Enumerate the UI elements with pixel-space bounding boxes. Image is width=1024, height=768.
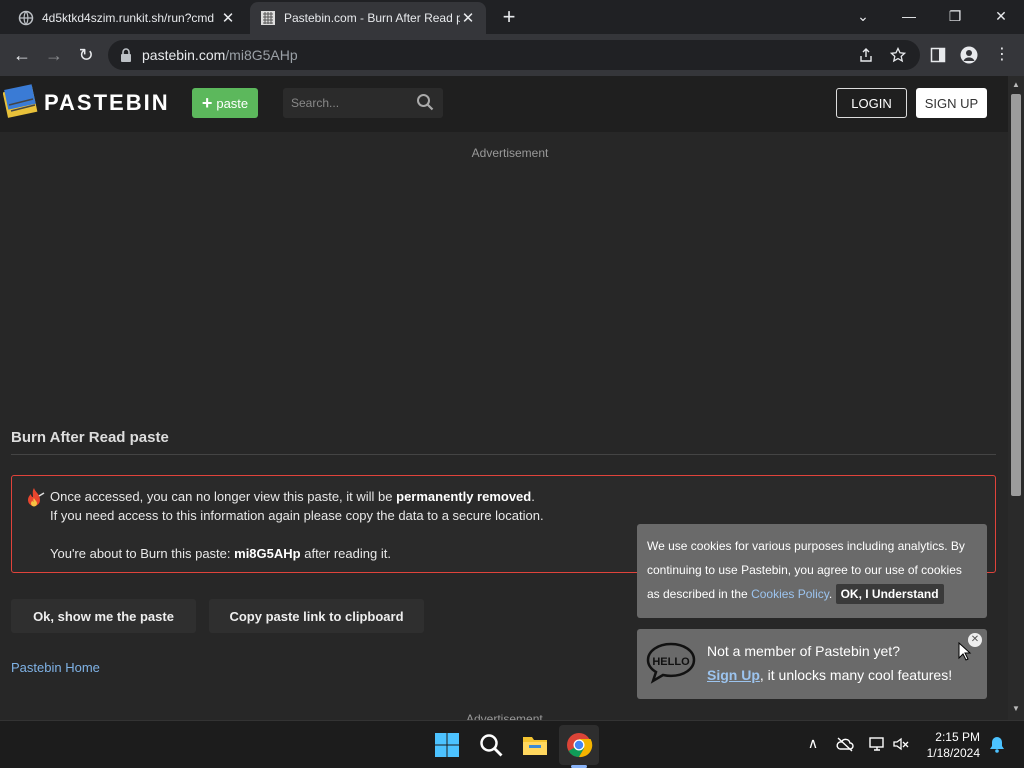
forward-icon[interactable]: → [42, 43, 66, 67]
burn-text: . [531, 489, 535, 504]
browser-toolbar: ← → ↻ pastebin.com/mi8G5AHp ⋮ [0, 34, 1024, 76]
scrollbar-thumb[interactable] [1011, 94, 1021, 496]
new-paste-button[interactable]: + paste [192, 88, 258, 118]
member-notice: HELLO Not a member of Pastebin yet? Sign… [637, 629, 987, 699]
member-notice-subtext: Sign Up, it unlocks many cool features! [707, 667, 952, 683]
system-clock[interactable]: 2:15 PM 1/18/2024 [920, 729, 980, 761]
lock-icon[interactable] [120, 48, 132, 62]
tab-bar: 4d5ktkd4szim.runkit.sh/run?cmd ✕ Pastebi… [0, 0, 1024, 34]
back-icon[interactable]: ← [10, 43, 34, 67]
minimize-icon[interactable]: — [895, 4, 923, 28]
burn-text: after reading it. [300, 546, 391, 561]
notification-bell-icon[interactable] [988, 735, 1006, 753]
close-window-icon[interactable]: ✕ [987, 4, 1015, 28]
cookie-ok-button[interactable]: OK, I Understand [835, 584, 944, 604]
logo-text[interactable]: PASTEBIN [44, 90, 170, 116]
paste-button-label: paste [216, 95, 249, 111]
close-tab-icon[interactable]: ✕ [220, 9, 236, 27]
mouse-cursor-icon [958, 642, 972, 661]
share-icon[interactable] [858, 47, 874, 63]
pastebin-logo-icon[interactable] [3, 83, 39, 121]
burn-after-read-title: Burn After Read paste [11, 429, 169, 446]
profile-icon[interactable] [960, 46, 978, 64]
volume-muted-icon[interactable] [892, 735, 910, 753]
plus-icon: + [201, 93, 213, 113]
burn-text-bold: permanently removed [396, 489, 532, 504]
new-tab-icon[interactable]: + [498, 6, 520, 28]
tab-title: 4d5ktkd4szim.runkit.sh/run?cmd [42, 11, 215, 25]
member-notice-text: Not a member of Pastebin yet? [707, 643, 900, 659]
cookie-text-end: . [828, 587, 833, 601]
signup-link[interactable]: Sign Up [707, 667, 760, 683]
tab-title: Pastebin.com - Burn After Read p [284, 11, 460, 25]
member-notice-rest: , it unlocks many cool features! [759, 667, 953, 683]
svg-text:HELLO: HELLO [652, 656, 690, 668]
hello-speech-bubble-icon: HELLO [646, 642, 696, 684]
burn-warning-line-1: Once accessed, you can no longer view th… [50, 489, 535, 504]
burn-warning-line-3: You're about to Burn this paste: mi8G5AH… [50, 546, 391, 561]
cookie-notice: We use cookies for various purposes incl… [637, 524, 987, 618]
scroll-up-icon[interactable]: ▲ [1012, 80, 1020, 89]
burn-warning-line-2: If you need access to this information a… [50, 508, 544, 523]
site-header: PASTEBIN + paste LOGIN SIGN UP [0, 76, 1008, 132]
search-icon[interactable] [416, 93, 434, 111]
url-host: pastebin.com [142, 47, 226, 63]
search-taskbar-icon[interactable] [477, 731, 505, 759]
divider [11, 454, 996, 455]
pastebin-home-link[interactable]: Pastebin Home [11, 660, 100, 675]
show-paste-button[interactable]: Ok, show me the paste [11, 599, 196, 633]
show-hidden-icons-icon[interactable]: ∧ [804, 735, 822, 753]
windows-taskbar: ∧ 2:15 PM 1/18/2024 [0, 720, 1024, 768]
url-text: pastebin.com/mi8G5AHp [142, 47, 298, 63]
network-icon[interactable] [868, 735, 886, 753]
url-path: /mi8G5AHp [225, 47, 298, 63]
paste-id: mi8G5AHp [234, 546, 301, 561]
globe-icon [18, 10, 34, 26]
chrome-icon[interactable] [565, 731, 593, 759]
tab-search-icon[interactable]: ⌄ [849, 4, 877, 28]
address-bar[interactable]: pastebin.com/mi8G5AHp [108, 40, 920, 70]
scroll-down-icon[interactable]: ▼ [1012, 704, 1020, 713]
side-panel-icon[interactable] [930, 47, 946, 63]
login-button[interactable]: LOGIN [836, 88, 907, 118]
signup-button[interactable]: SIGN UP [916, 88, 987, 118]
bookmark-star-icon[interactable] [890, 47, 906, 63]
fire-icon [28, 488, 45, 507]
menu-kebab-icon[interactable]: ⋮ [990, 43, 1014, 67]
windows-start-icon[interactable] [433, 731, 461, 759]
clock-date: 1/18/2024 [926, 746, 980, 760]
close-tab-icon[interactable]: ✕ [460, 9, 476, 27]
cookies-policy-link[interactable]: Cookies Policy [751, 587, 829, 601]
pastebin-favicon-icon [261, 11, 275, 25]
page-scrollbar[interactable]: ▲ ▼ [1008, 76, 1024, 720]
restore-icon[interactable]: ❐ [941, 4, 969, 28]
page-viewport: PASTEBIN + paste LOGIN SIGN UP Advertise… [0, 76, 1008, 720]
onedrive-cloud-icon[interactable] [836, 735, 854, 753]
tab-runkit[interactable]: 4d5ktkd4szim.runkit.sh/run?cmd ✕ [8, 2, 246, 34]
reload-icon[interactable]: ↻ [74, 43, 98, 67]
clock-time: 2:15 PM [935, 730, 980, 744]
copy-link-button[interactable]: Copy paste link to clipboard [209, 599, 424, 633]
advertisement-label: Advertisement [471, 146, 549, 160]
burn-text: Once accessed, you can no longer view th… [50, 489, 397, 504]
tab-pastebin[interactable]: Pastebin.com - Burn After Read p ✕ [250, 2, 486, 34]
burn-text: You're about to Burn this paste: [50, 546, 235, 561]
file-explorer-icon[interactable] [521, 731, 549, 759]
advertisement-label-bottom: Advertisement [466, 712, 543, 720]
